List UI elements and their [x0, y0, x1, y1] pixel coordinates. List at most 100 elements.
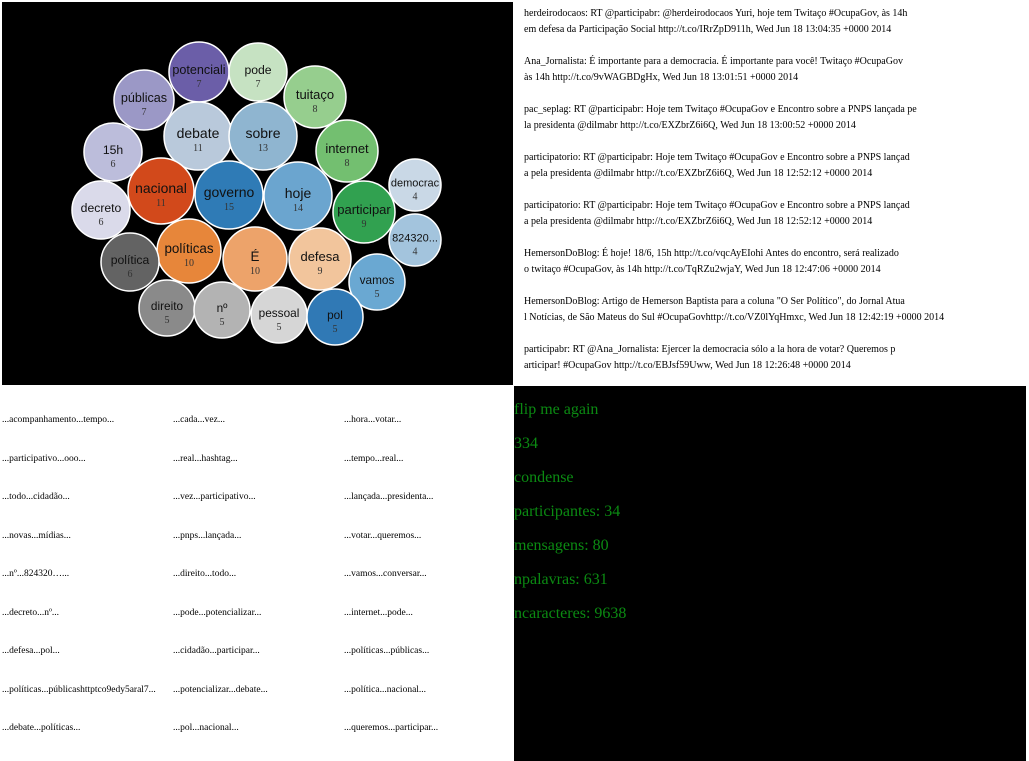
bubble-count: 6 [111, 159, 116, 170]
tweet-line: a pela presidenta @dilmabr http://t.co/E… [524, 216, 873, 227]
word-pair: ...hora...votar... [344, 415, 402, 425]
bubble-word: hoje [285, 185, 312, 201]
bubble-count: 11 [193, 143, 203, 154]
word-pair: ...política...nacional... [344, 684, 427, 695]
tweet-line: herdeirodocaos: RT @participabr: @herdei… [524, 8, 908, 19]
word-pair-column-2: ...cada...vez... ...real...hashtag... ..… [173, 400, 341, 747]
tweet-item: herdeirodocaos: RT @participabr: @herdei… [524, 6, 1024, 38]
bubble-count: 6 [128, 269, 133, 280]
flip-button[interactable]: flip me again [514, 401, 598, 419]
bubble-word: política [111, 253, 150, 267]
word-pair-column-1: ...acompanhamento...tempo... ...particip… [2, 400, 170, 747]
number-value: 334 [514, 435, 538, 452]
ncaracteres-stat: ncaracteres: 9638 [514, 605, 627, 622]
word-bubble[interactable]: tuitaço 8 [283, 65, 347, 129]
bubble-word: pode [244, 63, 271, 77]
bubble-count: 10 [250, 266, 260, 277]
tweet-item: participabr: RT @Ana_Jornalista: Ejercer… [524, 342, 1024, 374]
word-bubble[interactable]: hoje 14 [263, 161, 333, 231]
bubble-count: 5 [220, 317, 225, 328]
bubble-word: nº [217, 301, 229, 315]
bubble-word: públicas [121, 91, 167, 105]
word-bubble[interactable]: políticas 10 [156, 218, 222, 284]
word-bubble[interactable]: direito 5 [138, 279, 196, 337]
word-bubble[interactable]: decreto 6 [71, 180, 131, 240]
word-bubble[interactable]: É 10 [222, 226, 288, 292]
bubble-count: 9 [362, 219, 367, 230]
word-bubble[interactable]: pode 7 [228, 42, 288, 102]
word-pair: ...todo...cidadão... [2, 492, 70, 502]
bubble-count: 4 [413, 247, 418, 258]
bubble-count: 13 [258, 143, 268, 154]
bubble-word: direito [151, 299, 184, 313]
bubble-count: 7 [142, 107, 147, 118]
tweet-line: às 14h http://t.co/9vWAGBDgHx, Wed Jun 1… [524, 72, 799, 83]
bubble-count: 14 [293, 203, 303, 214]
bubble-word: tuitaço [296, 87, 334, 102]
word-pair: ...nº...824320…... [2, 569, 70, 579]
word-bubble[interactable]: participar 9 [332, 180, 396, 244]
word-pair: ...real...hashtag... [173, 453, 238, 464]
bubble-word: pol [327, 308, 343, 322]
tweet-line: Ana_Jornalista: É importante para a demo… [524, 56, 903, 67]
word-pair: ...vez...participativo... [173, 492, 256, 502]
tweet-line: participatorio: RT @participabr: Hoje te… [524, 200, 910, 211]
bubble-count: 7 [256, 79, 261, 90]
bubble-count: 11 [156, 198, 166, 209]
tweet-line: o twitaço #OcupaGov, às 14h http://t.co/… [524, 264, 881, 275]
bubble-count: 5 [277, 322, 282, 333]
word-bubble[interactable]: internet 8 [315, 119, 379, 183]
word-bubble[interactable]: pol 5 [306, 288, 364, 346]
tweet-item: pac_seplag: RT @participabr: Hoje tem Tw… [524, 102, 1024, 134]
bubble-word: pessoal [259, 306, 300, 320]
word-bubble[interactable]: 824320... 4 [388, 213, 442, 267]
word-pair: ...políticas...públicashttptco9edy5aral7… [2, 684, 156, 695]
word-bubble[interactable]: nº 5 [193, 281, 251, 339]
word-bubble[interactable]: nacional 11 [127, 157, 195, 225]
word-bubble[interactable]: debate 11 [163, 101, 233, 171]
tweet-line: l Notícias, de São Mateus do Sul #OcupaG… [524, 312, 945, 323]
participantes-stat: participantes: 34 [514, 503, 621, 520]
word-pair: ...defesa...pol... [2, 646, 60, 656]
word-bubble[interactable]: públicas 7 [113, 69, 175, 131]
word-bubble[interactable]: governo 15 [194, 160, 264, 230]
bubble-count: 8 [345, 158, 350, 169]
bubble-word: vamos [360, 273, 395, 287]
word-pair: ...pol...nacional... [173, 723, 239, 733]
tweet-list: herdeirodocaos: RT @participabr: @herdei… [524, 6, 1024, 384]
bubble-word: governo [204, 184, 255, 200]
word-bubble[interactable]: sobre 13 [228, 101, 298, 171]
npalavras-stat: npalavras: 631 [514, 571, 608, 588]
bubble-word: políticas [164, 241, 213, 256]
word-bubble[interactable]: democrac 4 [388, 158, 442, 212]
word-pair: ...queremos...participar... [344, 723, 439, 733]
bubble-word: É [251, 249, 260, 264]
word-pair: ...vamos...conversar... [344, 569, 427, 579]
word-pair-list: ...acompanhamento...tempo... ...particip… [2, 400, 514, 755]
tweet-item: participatorio: RT @participabr: Hoje te… [524, 198, 1024, 230]
word-pair: ...direito...todo... [173, 569, 237, 579]
tweet-item: participatorio: RT @participabr: Hoje te… [524, 150, 1024, 182]
bubble-count: 4 [413, 192, 418, 203]
bubble-count: 10 [184, 258, 194, 269]
bubble-word: decreto [81, 201, 122, 215]
bubble-word: potenciali [172, 63, 225, 77]
tweet-line: participabr: RT @Ana_Jornalista: Ejercer… [524, 344, 896, 355]
bubble-word: 15h [103, 143, 123, 157]
condense-button[interactable]: condense [514, 469, 574, 487]
word-pair: ...decreto...nº... [2, 607, 60, 618]
word-bubble[interactable]: defesa 9 [288, 227, 352, 291]
tweet-line: HemersonDoBlog: É hoje! 18/6, 15h http:/… [524, 248, 899, 259]
bubble-word: debate [177, 125, 220, 141]
word-pair: ...pnps...lançada... [173, 530, 242, 541]
word-bubble[interactable]: política 6 [100, 232, 160, 292]
tweet-line: pac_seplag: RT @participabr: Hoje tem Tw… [524, 104, 917, 115]
tweet-item: Ana_Jornalista: É importante para a demo… [524, 54, 1024, 86]
tweet-item: HemersonDoBlog: É hoje! 18/6, 15h http:/… [524, 246, 1024, 278]
bubble-count: 5 [165, 315, 170, 326]
word-pair: ...pode...potencializar... [173, 607, 262, 618]
bubble-word: nacional [135, 180, 187, 196]
word-bubble[interactable]: potenciali 7 [168, 41, 230, 103]
bubble-count: 7 [197, 79, 202, 90]
word-bubble[interactable]: pessoal 5 [250, 286, 308, 344]
